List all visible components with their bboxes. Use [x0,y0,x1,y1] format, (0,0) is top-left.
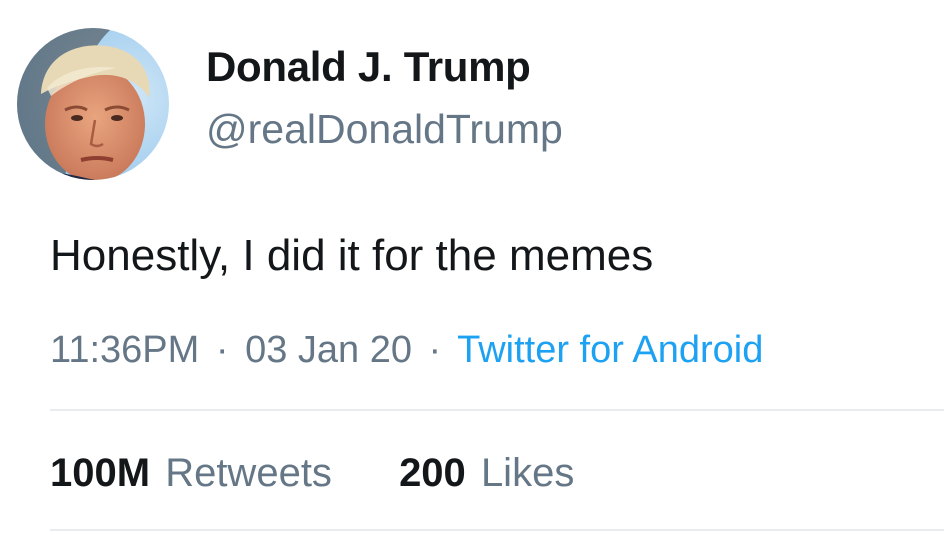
retweets-label: Retweets [165,451,332,495]
tweet-date[interactable]: 03 Jan 20 [245,329,412,371]
likes-count: 200 [399,451,466,495]
divider [50,409,944,411]
tweet-source-link[interactable]: Twitter for Android [457,329,763,371]
tweet-stats: 100M Retweets 200 Likes [50,451,574,496]
meta-separator: · [215,329,229,371]
tweet-text: Honestly, I did it for the memes [50,231,654,280]
retweets-stat[interactable]: 100M Retweets [50,451,332,496]
user-handle[interactable]: @realDonaldTrump [206,106,563,153]
likes-stat[interactable]: 200 Likes [399,451,574,496]
avatar[interactable] [17,28,169,180]
meta-separator: · [428,329,442,371]
tweet-card: Donald J. Trump @realDonaldTrump Honestl… [0,0,944,536]
tweet-meta: 11:36PM · 03 Jan 20 · Twitter for Androi… [50,329,763,372]
tweet-time[interactable]: 11:36PM [50,329,199,371]
divider [50,529,944,531]
retweets-count: 100M [50,451,151,495]
display-name[interactable]: Donald J. Trump [206,43,531,91]
profile-photo-avatar-icon [17,28,169,180]
likes-label: Likes [480,451,575,495]
